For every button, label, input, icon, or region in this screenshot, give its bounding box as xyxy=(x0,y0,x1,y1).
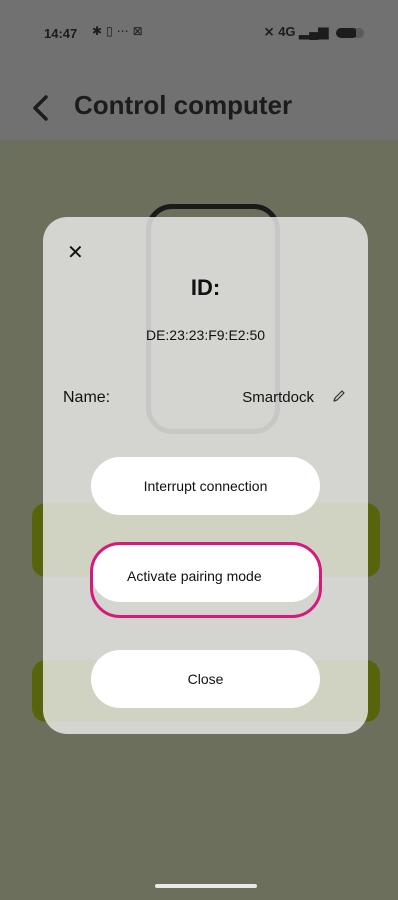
device-id-value: DE:23:23:F9:E2:50 xyxy=(145,327,266,343)
clipboard-icon: ▯ xyxy=(106,24,117,38)
interrupt-connection-button[interactable]: Interrupt connection xyxy=(91,457,320,515)
notification-icons: ✱▯⋯⊠ xyxy=(92,24,147,38)
activate-pairing-mode-button[interactable]: Activate pairing mode xyxy=(91,544,320,602)
home-indicator[interactable] xyxy=(155,884,257,888)
status-bar: 14:47 ✱▯⋯⊠ ⨯ 4G ▂▄▆ xyxy=(0,0,398,80)
dialog-title: ID: xyxy=(190,275,221,300)
close-button[interactable]: Close xyxy=(91,650,320,708)
system-icons: ⨯ 4G ▂▄▆ xyxy=(263,24,364,40)
gallery-icon: ⊠ xyxy=(132,24,147,38)
notification-bug-icon: ✱ xyxy=(92,24,107,38)
signal-bars-icon: ▂▄▆ xyxy=(299,24,329,39)
pencil-icon[interactable] xyxy=(332,389,346,403)
network-label: 4G xyxy=(278,24,296,39)
page-title: Control computer xyxy=(74,90,293,120)
battery-icon xyxy=(336,27,364,38)
device-name-value: Smartdock xyxy=(242,389,314,406)
device-info-dialog: ✕ ID: DE:23:23:F9:E2:50 Name: Smartdock … xyxy=(43,217,368,734)
pairing-button-label: Activate pairing mode xyxy=(127,568,262,584)
back-arrow-icon[interactable] xyxy=(30,94,52,122)
name-label: Name: xyxy=(63,389,111,406)
close-icon[interactable]: ✕ xyxy=(67,243,84,263)
mute-icon: ⨯ xyxy=(263,24,275,39)
aol-icon: ⋯ xyxy=(116,24,133,38)
status-time: 14:47 xyxy=(44,26,78,41)
